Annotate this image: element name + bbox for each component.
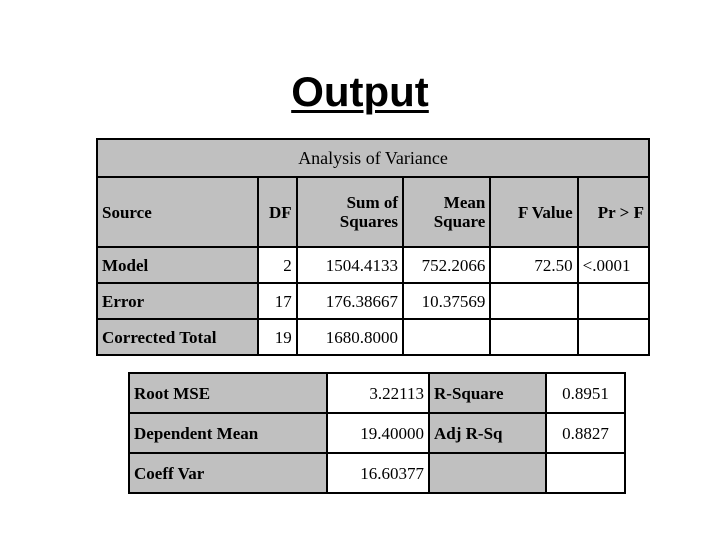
cell-df: 17	[256, 282, 298, 320]
cell-source: Error	[96, 282, 259, 320]
table-row: Dependent Mean 19.40000 Adj R-Sq 0.8827	[128, 412, 626, 454]
table-row: Coeff Var 16.60377	[128, 452, 626, 494]
cell-stat-label-right: R-Square	[428, 372, 547, 414]
cell-stat-label-left: Root MSE	[128, 372, 328, 414]
cell-source: Corrected Total	[96, 318, 259, 356]
cell-stat-value-left: 3.22113	[326, 372, 430, 414]
column-header-source: Source	[96, 176, 259, 248]
cell-mean-square	[402, 318, 492, 356]
cell-stat-label-right	[428, 452, 547, 494]
column-header-df-line2: DF	[269, 202, 292, 222]
table-row: Corrected Total 19 1680.8000	[96, 318, 651, 356]
column-header-sum-of-squares-line1: Sum of	[346, 193, 399, 212]
cell-f-value: 72.50	[489, 246, 579, 284]
column-header-sum-of-squares-line2: Squares	[339, 212, 399, 231]
table-row: Error 17 176.38667 10.37569	[96, 282, 651, 320]
fit-statistics-table: Root MSE 3.22113 R-Square 0.8951 Depende…	[128, 372, 626, 494]
cell-df: 2	[256, 246, 298, 284]
cell-stat-value-left: 16.60377	[326, 452, 430, 494]
cell-f-value	[489, 318, 579, 356]
column-header-source-line2: Source	[102, 202, 152, 222]
cell-stat-label-left: Dependent Mean	[128, 412, 328, 454]
column-header-pr-f-line2: Pr > F	[597, 202, 644, 222]
column-header-f-value-line2: F Value	[518, 202, 573, 222]
anova-caption: Analysis of Variance	[96, 138, 650, 178]
cell-stat-label-left: Coeff Var	[128, 452, 328, 494]
table-row: Root MSE 3.22113 R-Square 0.8951	[128, 372, 626, 414]
cell-mean-square: 10.37569	[402, 282, 492, 320]
cell-pr-f	[576, 282, 651, 320]
column-header-mean-square-line1: Mean	[443, 193, 486, 212]
cell-stat-value-right	[545, 452, 626, 494]
table-row: Model 2 1504.4133 752.2066 72.50 <.0001	[96, 246, 651, 284]
cell-stat-value-left: 19.40000	[326, 412, 430, 454]
page-title: Output	[291, 68, 429, 115]
cell-sum-of-squares: 1680.8000	[295, 318, 405, 356]
cell-mean-square: 752.2066	[402, 246, 492, 284]
analysis-of-variance-table: Analysis of Variance Source DF Sum of Sq…	[96, 138, 651, 356]
cell-sum-of-squares: 176.38667	[295, 282, 405, 320]
column-header-mean-square: Mean Square	[402, 176, 492, 248]
table-caption-row: Analysis of Variance	[96, 138, 650, 178]
column-header-sum-of-squares: Sum of Squares	[295, 176, 405, 248]
cell-stat-label-right: Adj R-Sq	[428, 412, 547, 454]
table-header-row: Source DF Sum of Squares Mean Square F V…	[96, 176, 651, 248]
cell-pr-f: <.0001	[576, 246, 651, 284]
cell-stat-value-right: 0.8951	[545, 372, 626, 414]
column-header-mean-square-line2: Square	[433, 212, 486, 231]
column-header-df: DF	[256, 176, 298, 248]
cell-stat-value-right: 0.8827	[545, 412, 626, 454]
column-header-pr-f: Pr > F	[576, 176, 651, 248]
cell-df: 19	[256, 318, 298, 356]
cell-f-value	[489, 282, 579, 320]
cell-pr-f	[576, 318, 651, 356]
column-header-f-value: F Value	[489, 176, 579, 248]
cell-sum-of-squares: 1504.4133	[295, 246, 405, 284]
cell-source: Model	[96, 246, 259, 284]
